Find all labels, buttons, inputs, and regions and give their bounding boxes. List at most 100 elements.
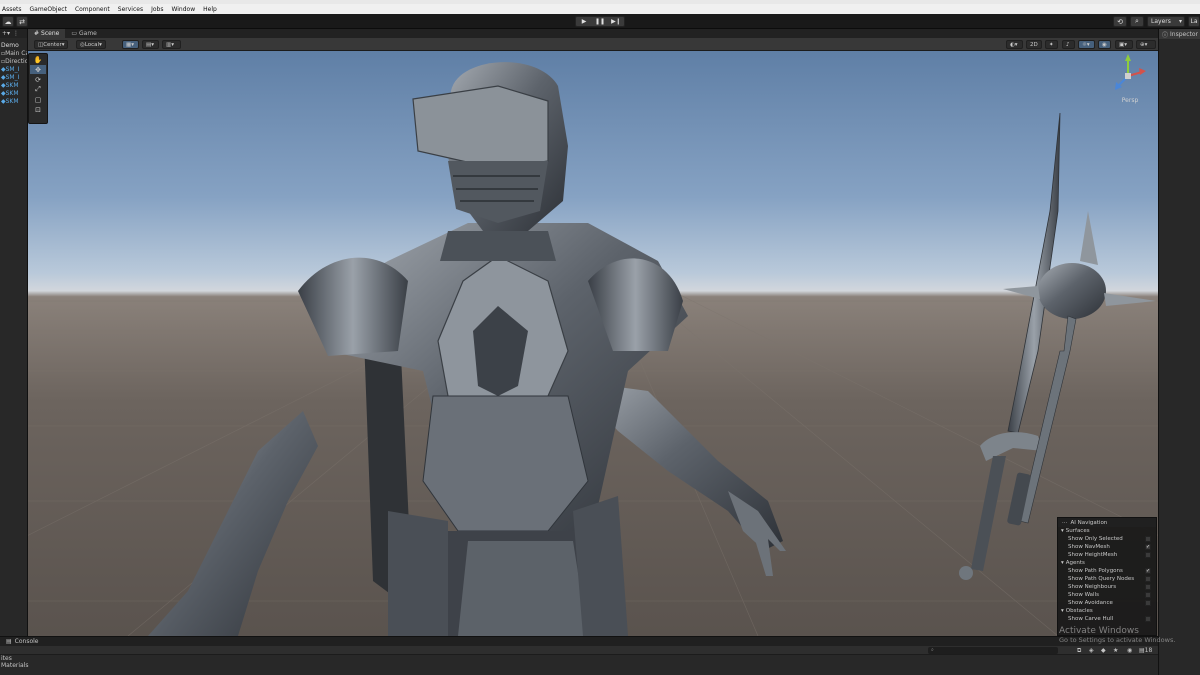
layout-dropdown[interactable]: La bbox=[1188, 16, 1200, 27]
effects-toggle[interactable]: ☼▾ bbox=[1078, 40, 1095, 49]
label-icon[interactable]: ◈ bbox=[1089, 647, 1094, 654]
filter-icon[interactable]: ⧉ bbox=[1077, 647, 1081, 655]
menu-jobs[interactable]: Jobs bbox=[151, 6, 163, 13]
nav-option-row: Show NavMesh ✓ bbox=[1058, 543, 1156, 551]
nav-section-surfaces[interactable]: ▾ Surfaces bbox=[1058, 527, 1156, 535]
hierarchy-item-label: Directio bbox=[5, 58, 28, 65]
pivot-dropdown[interactable]: ◫ Center ▾ bbox=[34, 40, 69, 49]
nav-option-checkbox[interactable] bbox=[1145, 576, 1151, 582]
hierarchy-item[interactable]: ◆SKM bbox=[0, 98, 27, 106]
rotate-tool-icon[interactable]: ⟳ bbox=[30, 75, 46, 84]
history-icon[interactable]: ⟲ bbox=[1113, 16, 1127, 27]
snap-settings-button[interactable]: ▥▾ bbox=[162, 40, 181, 49]
nav-option-checkbox[interactable] bbox=[1145, 616, 1151, 622]
nav-section-label: Surfaces bbox=[1065, 528, 1090, 534]
menu-services[interactable]: Services bbox=[118, 6, 143, 13]
nav-option-checkbox[interactable]: ✓ bbox=[1145, 568, 1151, 574]
hierarchy-item[interactable]: ◆SM_I bbox=[0, 66, 27, 74]
step-button[interactable]: ▶❙ bbox=[608, 17, 624, 26]
hierarchy-item-label: SKM bbox=[5, 98, 19, 105]
hierarchy-header: +▾ ⋮ bbox=[0, 29, 27, 38]
search-icon[interactable]: ⌕ bbox=[1130, 16, 1144, 27]
nav-option-checkbox[interactable] bbox=[1145, 536, 1151, 542]
star-icon[interactable]: ★ bbox=[1113, 647, 1118, 654]
nav-section-obstacles[interactable]: ▾ Obstacles bbox=[1058, 607, 1156, 615]
nav-section-label: Agents bbox=[1065, 560, 1085, 566]
gizmos-dropdown[interactable]: ⊕▾ bbox=[1136, 40, 1156, 49]
nav-option-row: Show HeightMesh bbox=[1058, 551, 1156, 559]
tab-console-label: Console bbox=[14, 638, 39, 645]
hierarchy-item[interactable]: ◆SKM bbox=[0, 90, 27, 98]
transform-tool-icon[interactable]: ⊡ bbox=[30, 105, 46, 114]
rect-tool-icon[interactable]: ▢ bbox=[30, 95, 46, 104]
main-toolbar: ☁ ⇄ ▶ ❚❚ ▶❙ ⟲ ⌕ Layers ▾ La bbox=[0, 14, 1200, 29]
layers-dropdown[interactable]: Layers ▾ bbox=[1147, 16, 1185, 27]
hierarchy-item[interactable]: ◆SKM bbox=[0, 82, 27, 90]
mode-2d-button[interactable]: 2D bbox=[1026, 40, 1042, 49]
audio-toggle[interactable]: ♪ bbox=[1062, 40, 1075, 49]
nav-option-checkbox[interactable] bbox=[1145, 552, 1151, 558]
hierarchy-item-label: Main Ca bbox=[5, 50, 28, 57]
account-icon[interactable]: ⇄ bbox=[16, 16, 28, 27]
lighting-toggle[interactable]: ✦ bbox=[1045, 40, 1058, 49]
ai-navigation-title: ⋯ AI Navigation bbox=[1058, 518, 1156, 527]
menu-assets[interactable]: Assets bbox=[2, 6, 22, 13]
scene-viewport[interactable] bbox=[28, 51, 1158, 636]
project-item[interactable]: ites bbox=[1, 655, 1158, 662]
nav-option-row: Show Path Polygons ✓ bbox=[1058, 567, 1156, 575]
orientation-gizmo[interactable]: Persp bbox=[1106, 52, 1150, 104]
nav-option-checkbox[interactable] bbox=[1145, 592, 1151, 598]
more-icon[interactable]: ⋮ bbox=[13, 30, 19, 37]
hierarchy-item[interactable]: ◆SM_I bbox=[0, 74, 27, 82]
tools-overlay: ✋ ✥ ⟳ ⤢ ▢ ⊡ bbox=[28, 53, 48, 124]
hierarchy-scene[interactable]: Demo bbox=[0, 42, 27, 50]
eye-icon[interactable]: ◉ bbox=[1127, 647, 1132, 654]
layers-label: Layers bbox=[1151, 18, 1171, 25]
pause-button[interactable]: ❚❚ bbox=[592, 17, 608, 26]
increment-snap-button[interactable]: ▤▾ bbox=[142, 40, 159, 49]
watermark-subtitle: Go to Settings to activate Windows. bbox=[1059, 636, 1176, 644]
scale-tool-icon[interactable]: ⤢ bbox=[30, 85, 46, 94]
hierarchy-item[interactable]: ▫Directio bbox=[0, 58, 27, 66]
console-icon: ▤ bbox=[6, 638, 12, 645]
play-button[interactable]: ▶ bbox=[576, 17, 592, 26]
item-count-value: 18 bbox=[1144, 647, 1153, 654]
cloud-icon[interactable]: ☁ bbox=[2, 16, 14, 27]
tab-game-label: Game bbox=[79, 30, 97, 37]
nav-option-checkbox[interactable]: ✓ bbox=[1145, 544, 1151, 550]
drag-handle-icon[interactable]: ⋯ bbox=[1062, 520, 1068, 526]
console-search-input[interactable]: ⌕ bbox=[928, 647, 1058, 654]
camera-settings[interactable]: ▣▾ bbox=[1115, 40, 1133, 49]
nav-option-checkbox[interactable] bbox=[1145, 600, 1151, 606]
tab-scene[interactable]: # Scene bbox=[28, 29, 66, 38]
type-icon[interactable]: ◆ bbox=[1101, 647, 1106, 654]
nav-option-row: Show Neighbours bbox=[1058, 583, 1156, 591]
nav-option-label: Show Only Selected bbox=[1068, 536, 1123, 542]
draw-mode-button[interactable]: ◐▾ bbox=[1006, 40, 1023, 49]
space-dropdown[interactable]: ◎ Local ▾ bbox=[76, 40, 106, 49]
nav-option-label: Show Neighbours bbox=[1068, 584, 1117, 590]
tab-game[interactable]: ▭ Game bbox=[65, 29, 103, 38]
tab-console[interactable]: ▤ Console bbox=[0, 637, 1158, 646]
menu-help[interactable]: Help bbox=[203, 6, 217, 13]
tab-inspector[interactable]: ⓘ Inspector bbox=[1159, 29, 1200, 39]
nav-option-label: Show Path Query Nodes bbox=[1068, 576, 1135, 582]
activation-watermark: Activate Windows Go to Settings to activ… bbox=[1059, 626, 1175, 644]
hierarchy-list: ▫Main Ca ▫Directio ◆SM_I ◆SM_I ◆SKM ◆SKM ◆SKM bbox=[0, 50, 27, 106]
menu-window[interactable]: Window bbox=[171, 6, 195, 13]
add-icon[interactable]: +▾ bbox=[2, 30, 10, 37]
menu-component[interactable]: Component bbox=[75, 6, 110, 13]
nav-section-agents[interactable]: ▾ Agents bbox=[1058, 559, 1156, 567]
menu-gameobject[interactable]: GameObject bbox=[30, 6, 67, 13]
nav-option-checkbox[interactable] bbox=[1145, 584, 1151, 590]
nav-option-row: Show Carve Hull bbox=[1058, 615, 1156, 623]
hand-tool-icon[interactable]: ✋ bbox=[30, 55, 46, 64]
project-item[interactable]: Materials bbox=[1, 662, 1158, 669]
hierarchy-item[interactable]: ▫Main Ca bbox=[0, 50, 27, 58]
ai-navigation-body: ▾ Surfaces Show Only Selected Show NavMesh ✓… bbox=[1058, 527, 1156, 623]
move-tool-icon[interactable]: ✥ bbox=[30, 65, 46, 74]
grid-snap-button[interactable]: ▦▾ bbox=[122, 40, 139, 49]
hierarchy-item-label: SM_I bbox=[5, 74, 20, 81]
hidden-toggle[interactable]: ◉ bbox=[1098, 40, 1111, 49]
gizmo-center[interactable] bbox=[1125, 73, 1131, 79]
